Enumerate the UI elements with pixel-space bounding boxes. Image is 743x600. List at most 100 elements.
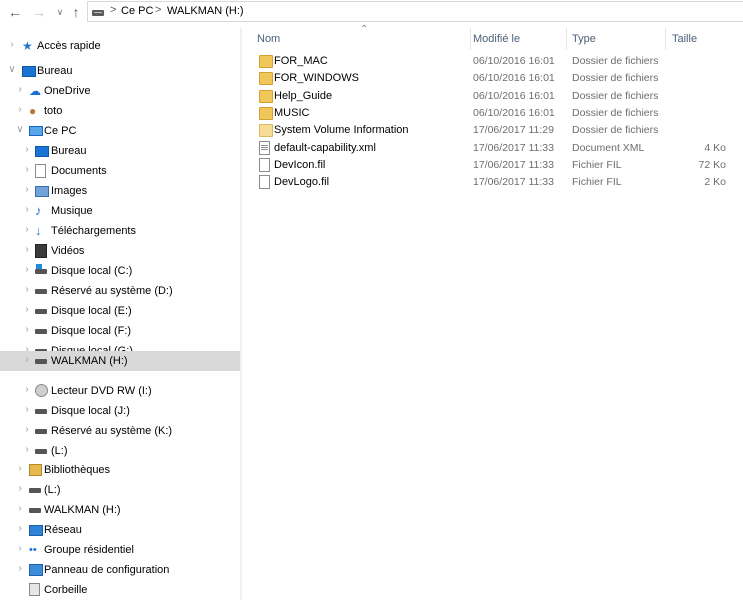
chevron-right-icon[interactable]: › xyxy=(22,445,32,455)
sidebar-item-bureau[interactable]: ∨ Bureau xyxy=(0,61,240,81)
chevron-right-icon[interactable]: › xyxy=(22,285,32,295)
column-header-modified[interactable]: Modifié le xyxy=(466,28,566,50)
chevron-right-icon[interactable]: › xyxy=(22,205,32,215)
sidebar-item-panneau-de-configuration[interactable]: › Panneau de configuration xyxy=(0,560,240,580)
chevron-right-icon[interactable]: › xyxy=(22,405,32,415)
file-list: Nom ⌃ Modifié le Type Taille FOR_MAC 06/1… xyxy=(242,24,743,600)
homegroup-icon: •• xyxy=(29,544,37,556)
drive-icon xyxy=(92,10,104,16)
sidebar-item-groupe-r-sidentiel[interactable]: › •• Groupe résidentiel xyxy=(0,540,240,560)
sidebar-item-musique[interactable]: › ♪ Musique xyxy=(0,201,240,221)
sidebar-item-r-serv-au-syst-me-d[interactable]: › Réservé au système (D:) xyxy=(0,281,240,301)
breadcrumb-ce-pc[interactable]: Ce PC xyxy=(121,5,153,17)
sidebar-item-acc-s-rapide[interactable]: › ★ Accès rapide xyxy=(0,36,240,56)
column-header-name[interactable]: Nom ⌃ xyxy=(250,24,470,50)
sidebar-item-disque-local-j[interactable]: › Disque local (J:) xyxy=(0,401,240,421)
column-header-size[interactable]: Taille xyxy=(665,28,743,50)
chevron-right-icon[interactable]: › xyxy=(7,40,17,50)
file-type: Document XML xyxy=(572,141,645,154)
sidebar-item-r-serv-au-syst-me-k[interactable]: › Réservé au système (K:) xyxy=(0,421,240,441)
drive-icon xyxy=(35,449,47,454)
arrow-left-icon[interactable]: ← xyxy=(6,3,24,21)
sidebar-item-l[interactable]: › (L:) xyxy=(0,480,240,500)
chevron-right-icon[interactable]: › xyxy=(22,225,32,235)
file-name: System Volume Information xyxy=(274,124,409,137)
desktop-icon xyxy=(22,66,36,77)
chevron-right-icon[interactable]: › xyxy=(15,484,25,494)
arrow-up-icon[interactable]: ↑ xyxy=(67,3,85,21)
chevron-right-icon[interactable]: › xyxy=(15,564,25,574)
sidebar-item-label: Accès rapide xyxy=(37,40,101,52)
file-modified-date: 17/06/2017 11:33 xyxy=(473,176,554,189)
chevron-down-icon[interactable]: ∨ xyxy=(7,65,17,75)
chevron-right-icon[interactable]: › xyxy=(22,245,32,255)
sidebar-item-toto[interactable]: › ● toto xyxy=(0,101,240,121)
breadcrumb-walkman[interactable]: WALKMAN (H:) xyxy=(167,5,244,17)
sidebar-item-r-seau[interactable]: › Réseau xyxy=(0,520,240,540)
file-type: Dossier de fichiers xyxy=(572,89,659,102)
file-row[interactable]: MUSIC 06/10/2016 16:01 Dossier de fichiers xyxy=(242,105,743,122)
chevron-right-icon[interactable]: › xyxy=(22,165,32,175)
folder-icon xyxy=(259,72,273,86)
file-name: Help_Guide xyxy=(274,89,333,102)
file-modified-date: 17/06/2017 11:29 xyxy=(473,124,554,137)
chevron-right-icon[interactable]: › xyxy=(22,185,32,195)
breadcrumb-separator: > xyxy=(155,4,162,16)
chevron-right-icon[interactable]: › xyxy=(15,85,25,95)
sidebar-item-ce-pc[interactable]: ∨ Ce PC xyxy=(0,121,240,141)
file-row[interactable]: FOR_WINDOWS 06/10/2016 16:01 Dossier de fi… xyxy=(242,70,743,87)
sidebar-item-vid-os[interactable]: › Vidéos xyxy=(0,241,240,261)
sidebar-item-label: Lecteur DVD RW (I:) xyxy=(51,385,152,397)
sidebar-item-walkman-h[interactable]: › WALKMAN (H:) xyxy=(0,500,240,520)
desktop-icon xyxy=(35,146,49,157)
file-modified-date: 06/10/2016 16:01 xyxy=(473,55,555,67)
chevron-right-icon[interactable]: › xyxy=(15,504,25,514)
sidebar-item-onedrive[interactable]: › ☁ OneDrive xyxy=(0,81,240,101)
sidebar-item-label: Réservé au système (D:) xyxy=(51,285,173,297)
chevron-right-icon[interactable]: › xyxy=(15,524,25,534)
chevron-right-icon[interactable]: › xyxy=(15,105,25,115)
chevron-right-icon[interactable]: › xyxy=(22,355,32,365)
sidebar-item-lecteur-dvd-rw-i[interactable]: › Lecteur DVD RW (I:) xyxy=(0,381,240,401)
sidebar-item-label: OneDrive xyxy=(44,85,91,97)
network-icon xyxy=(29,525,43,536)
sidebar-item-disque-local-f[interactable]: › Disque local (F:) xyxy=(0,321,240,341)
sidebar-item-biblioth-ques[interactable]: › Bibliothèques xyxy=(0,460,240,480)
chevron-down-icon[interactable]: ∨ xyxy=(15,125,25,135)
column-header-type[interactable]: Type xyxy=(565,28,665,50)
file-row[interactable]: DevLogo.fil 17/06/2017 11:33 Fichier FIL 2 … xyxy=(242,174,743,191)
chevron-right-icon[interactable]: › xyxy=(22,265,32,275)
file-row[interactable]: Help_Guide 06/10/2016 16:01 Dossier de fic… xyxy=(242,88,743,105)
address-bar: ← → ∨ ↑ > Ce PC > WALKMAN (H:) xyxy=(0,0,743,24)
file-row[interactable]: FOR_MAC 06/10/2016 16:01 Dossier de fichie… xyxy=(242,53,743,70)
chevron-right-icon[interactable]: › xyxy=(22,305,32,315)
chevron-right-icon[interactable]: › xyxy=(22,385,32,395)
chevron-right-icon[interactable]: › xyxy=(22,145,32,155)
file-name: DevLogo.fil xyxy=(274,176,330,189)
file-size: 72 Ko xyxy=(698,158,726,171)
arrow-right-icon[interactable]: → xyxy=(30,3,48,21)
sidebar-item-walkman-h[interactable]: › WALKMAN (H:) xyxy=(0,351,240,371)
file-type: Fichier FIL xyxy=(572,158,622,171)
sidebar-item-bureau[interactable]: › Bureau xyxy=(0,141,240,161)
sidebar-item-images[interactable]: › Images xyxy=(0,181,240,201)
sidebar-item-l[interactable]: › (L:) xyxy=(0,441,240,461)
file-row[interactable]: DevIcon.fil 17/06/2017 11:33 Fichier FIL 72… xyxy=(242,157,743,174)
file-row[interactable]: System Volume Information 17/06/2017 11:2… xyxy=(242,122,743,139)
chevron-right-icon[interactable]: › xyxy=(22,325,32,335)
sidebar-item-t-l-chargements[interactable]: › ↓ Téléchargements xyxy=(0,221,240,241)
chevron-right-icon[interactable]: › xyxy=(15,464,25,474)
chevron-right-icon[interactable]: › xyxy=(22,425,32,435)
sidebar-item-disque-local-e[interactable]: › Disque local (E:) xyxy=(0,301,240,321)
document-icon xyxy=(35,164,46,178)
sidebar-item-disque-local-c[interactable]: › Disque local (C:) xyxy=(0,261,240,281)
file-type: Dossier de fichiers xyxy=(572,106,659,119)
file-row[interactable]: default-capability.xml 17/06/2017 11:33 Do… xyxy=(242,140,743,157)
sidebar-item-documents[interactable]: › Documents xyxy=(0,161,240,181)
drive-icon xyxy=(29,488,41,493)
chevron-right-icon[interactable]: › xyxy=(15,544,25,554)
file-name: FOR_WINDOWS xyxy=(274,72,359,85)
sidebar-item-corbeille[interactable]: Corbeille xyxy=(0,580,240,600)
address-input[interactable]: > Ce PC > WALKMAN (H:) xyxy=(87,1,743,22)
file-name: default-capability.xml xyxy=(274,141,376,154)
